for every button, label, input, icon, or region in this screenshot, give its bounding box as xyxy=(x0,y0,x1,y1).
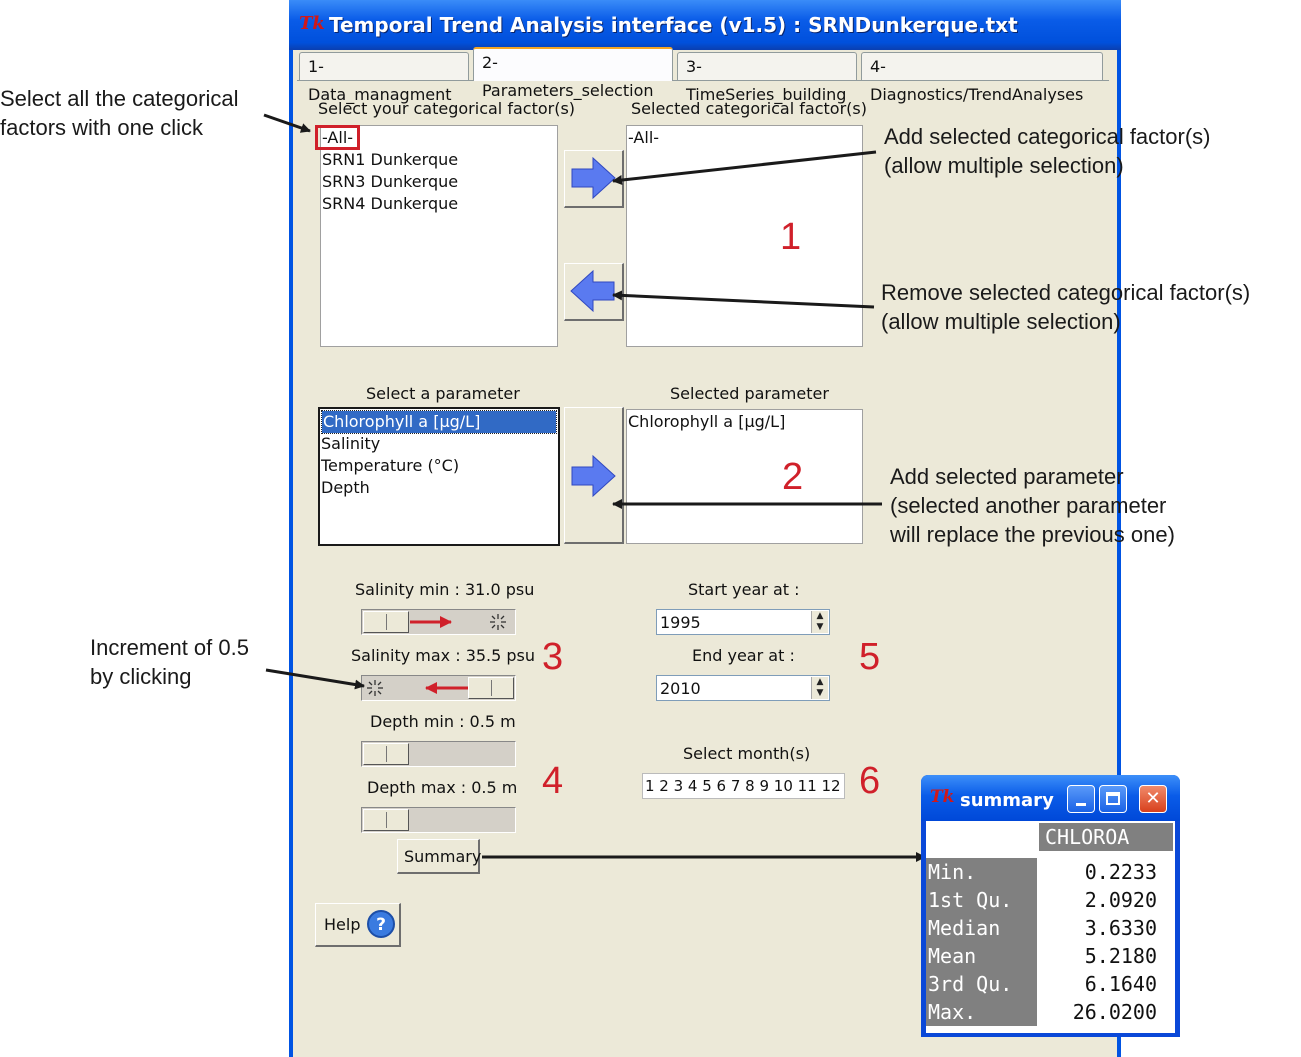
salinity-min-slider[interactable] xyxy=(361,609,516,635)
help-button-label: Help xyxy=(324,915,361,934)
list-item[interactable]: SRN4 Dunkerque xyxy=(321,193,557,215)
title-bar[interactable]: Tk Temporal Trend Analysis interface (v1… xyxy=(289,0,1121,50)
summary-column-header: CHLOROA xyxy=(1039,823,1173,851)
arrow-left-icon xyxy=(570,269,615,313)
selected-factors-list[interactable]: -All- xyxy=(626,125,863,347)
all-highlight-box xyxy=(315,125,360,150)
close-icon: ✕ xyxy=(1145,788,1161,809)
arrow-right-icon xyxy=(571,454,616,498)
list-item[interactable]: Chlorophyll a [µg/L] xyxy=(627,410,862,433)
remove-factor-button[interactable] xyxy=(564,263,624,321)
marker-6: 6 xyxy=(859,760,881,802)
end-year-value: 2010 xyxy=(660,679,701,698)
summary-window: Tk summary ✕ CHLOROA Min. 0.2233 1st Qu. 2.… xyxy=(921,775,1180,1037)
selected-parameter-list[interactable]: Chlorophyll a [µg/L] xyxy=(626,409,863,544)
list-item-selected[interactable]: Chlorophyll a [µg/L] xyxy=(321,410,557,434)
sparkle-icon xyxy=(367,680,383,696)
selected-parameter-label: Selected parameter xyxy=(670,384,829,403)
depth-max-label: Depth max : 0.5 m xyxy=(367,778,518,797)
marker-2: 2 xyxy=(782,456,804,498)
annotation-increment: Increment of 0.5 by clicking xyxy=(90,635,249,689)
slider-thumb[interactable] xyxy=(468,677,514,699)
salinity-max-slider[interactable] xyxy=(361,675,516,701)
add-factor-button[interactable] xyxy=(564,150,624,208)
summary-row-value: 2.0920 xyxy=(1039,886,1173,914)
depth-max-slider[interactable] xyxy=(361,807,516,833)
help-button[interactable]: Help ? xyxy=(315,903,401,947)
maximize-button[interactable] xyxy=(1099,785,1127,813)
available-factors-list[interactable]: -All- SRN1 Dunkerque SRN3 Dunkerque SRN4… xyxy=(320,125,558,347)
marker-1: 1 xyxy=(780,216,802,258)
tab-diagnostics-trend[interactable]: 4-Diagnostics/TrendAnalyses xyxy=(861,52,1103,104)
marker-5: 5 xyxy=(859,636,881,678)
start-year-value: 1995 xyxy=(660,613,701,632)
summary-title-bar[interactable]: Tk summary ✕ xyxy=(921,775,1180,821)
slider-thumb[interactable] xyxy=(363,743,409,765)
spin-arrows-icon[interactable]: ▲ ▼ xyxy=(811,677,828,699)
selected-factors-label: Selected categorical factor(s) xyxy=(631,99,867,118)
summary-button[interactable]: Summary xyxy=(397,839,482,874)
months-list[interactable]: 1 2 3 4 5 6 7 8 9 10 11 12 xyxy=(642,773,845,799)
svg-text:?: ? xyxy=(376,915,386,935)
tab-timeseries-building[interactable]: 3-TimeSeries_building xyxy=(677,52,857,104)
list-item[interactable]: Salinity xyxy=(320,433,558,455)
depth-min-label: Depth min : 0.5 m xyxy=(370,712,516,731)
months-values: 1 2 3 4 5 6 7 8 9 10 11 12 xyxy=(645,777,841,795)
window-title: Temporal Trend Analysis interface (v1.5)… xyxy=(329,13,1018,37)
summary-row-value: 3.6330 xyxy=(1039,914,1173,942)
add-parameter-button[interactable] xyxy=(564,407,624,544)
marker-4: 4 xyxy=(542,760,564,802)
summary-row-value: 6.1640 xyxy=(1039,970,1173,998)
maximize-icon xyxy=(1106,792,1120,805)
summary-button-label: Summary xyxy=(404,847,482,866)
help-icon: ? xyxy=(367,910,395,938)
sparkle-icon xyxy=(490,614,506,630)
annotation-add-factor: Add selected categorical factor(s) (allow… xyxy=(884,124,1211,178)
summary-row-name: Median xyxy=(926,914,1037,942)
spin-arrows-icon[interactable]: ▲ ▼ xyxy=(811,611,828,633)
arrow-right-icon xyxy=(571,156,616,200)
list-item[interactable]: -All- xyxy=(627,126,862,149)
salinity-max-label: Salinity max : 35.5 psu xyxy=(351,646,536,665)
list-item[interactable]: SRN1 Dunkerque xyxy=(321,149,557,171)
summary-window-title: summary xyxy=(960,790,1054,811)
summary-row-name: Min. xyxy=(926,858,1037,886)
tab-label: 2-Parameters_selection xyxy=(482,53,654,100)
summary-row-value: 5.2180 xyxy=(1039,942,1173,970)
summary-corner xyxy=(926,823,1037,851)
list-item[interactable]: Temperature (°C) xyxy=(320,455,558,477)
marker-3: 3 xyxy=(542,636,564,678)
summary-row-name: 3rd Qu. xyxy=(926,970,1037,998)
end-year-label: End year at : xyxy=(692,646,795,665)
summary-row-value: 26.0200 xyxy=(1039,998,1173,1026)
annotation-remove-factor: Remove selected categorical factor(s) (al… xyxy=(881,280,1251,334)
annotation-add-parameter: Add selected parameter (selected another … xyxy=(890,464,1175,547)
start-year-label: Start year at : xyxy=(688,580,800,599)
end-year-spinbox[interactable]: 2010 ▲ ▼ xyxy=(656,675,830,701)
tab-parameters-selection[interactable]: 2-Parameters_selection xyxy=(473,47,673,100)
tk-app-icon: Tk xyxy=(930,787,955,807)
slider-thumb[interactable] xyxy=(363,809,409,831)
minimize-icon xyxy=(1076,803,1086,806)
list-item[interactable]: SRN3 Dunkerque xyxy=(321,171,557,193)
months-label: Select month(s) xyxy=(683,744,811,763)
start-year-spinbox[interactable]: 1995 ▲ ▼ xyxy=(656,609,830,635)
available-parameter-label: Select a parameter xyxy=(366,384,520,403)
depth-min-slider[interactable] xyxy=(361,741,516,767)
list-item[interactable]: Depth xyxy=(320,477,558,499)
tk-app-icon: Tk xyxy=(299,13,325,34)
annotation-select-all: Select all the categorical factors with o… xyxy=(0,86,239,140)
slider-thumb[interactable] xyxy=(363,611,409,633)
close-button[interactable]: ✕ xyxy=(1139,785,1167,813)
minimize-button[interactable] xyxy=(1067,785,1095,813)
salinity-min-label: Salinity min : 31.0 psu xyxy=(355,580,535,599)
summary-table: CHLOROA Min. 0.2233 1st Qu. 2.0920 Median 3.6… xyxy=(926,821,1175,1033)
tab-divider xyxy=(297,80,1109,81)
summary-row-name: Max. xyxy=(926,998,1037,1026)
summary-row-name: Mean xyxy=(926,942,1037,970)
summary-row-value: 0.2233 xyxy=(1039,858,1173,886)
summary-row-name: 1st Qu. xyxy=(926,886,1037,914)
parameter-list[interactable]: Chlorophyll a [µg/L] Salinity Temperatur… xyxy=(318,407,560,546)
tab-data-managment[interactable]: 1-Data_managment xyxy=(299,52,469,104)
